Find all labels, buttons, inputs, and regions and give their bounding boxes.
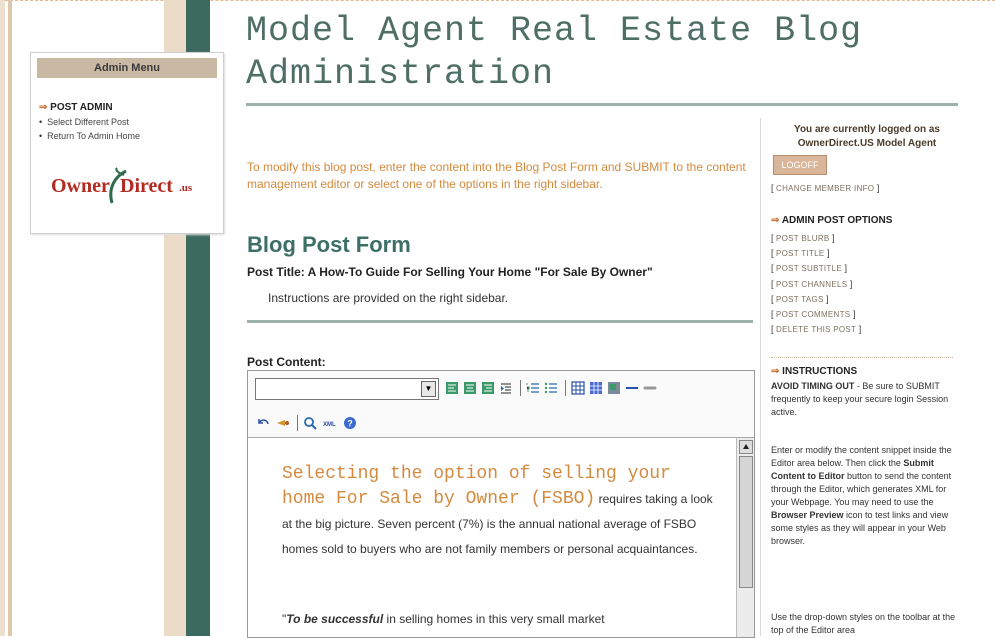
arrow-right-icon: ⇒ bbox=[39, 102, 48, 113]
post-title: Post Title: A How-To Guide For Selling Y… bbox=[247, 265, 653, 279]
editor-content-area[interactable]: Selecting the option of selling your hom… bbox=[248, 438, 734, 637]
form-instructions: Instructions are provided on the right s… bbox=[268, 291, 509, 305]
link-icon[interactable] bbox=[643, 381, 657, 395]
post-channels-link[interactable]: [ POST CHANNELS ] bbox=[771, 277, 861, 292]
editor-toolbar: ▼ XML ? bbox=[248, 371, 754, 438]
left-decor-bar bbox=[0, 0, 5, 636]
select-different-post-link[interactable]: Select Different Post bbox=[39, 115, 223, 129]
rich-text-editor[interactable]: ▼ XML ? Selecting the option of selling … bbox=[247, 370, 755, 638]
cut-icon[interactable] bbox=[276, 416, 290, 430]
change-member-info-link[interactable]: [ CHANGE MEMBER INFO ] bbox=[771, 183, 879, 193]
admin-post-options: [ POST BLURB ] [ POST TITLE ] [ POST SUB… bbox=[771, 231, 861, 337]
table-icon[interactable] bbox=[571, 381, 585, 395]
sidebar-divider bbox=[760, 118, 761, 636]
login-status: You are currently logged on as OwnerDire… bbox=[794, 124, 940, 149]
horizontal-rule-icon[interactable] bbox=[625, 381, 639, 395]
toolbar-separator bbox=[520, 380, 521, 396]
help-icon[interactable]: ? bbox=[343, 416, 357, 430]
admin-post-options-heading: ⇒ ADMIN POST OPTIONS bbox=[771, 215, 893, 226]
indent-icon[interactable] bbox=[499, 381, 513, 395]
left-decor-bar-inner bbox=[8, 0, 12, 636]
top-border bbox=[0, 0, 995, 1]
undo-icon[interactable] bbox=[256, 416, 270, 430]
ordered-list-icon[interactable] bbox=[526, 381, 540, 395]
post-title-link[interactable]: [ POST TITLE ] bbox=[771, 246, 861, 261]
post-subtitle-link[interactable]: [ POST SUBTITLE ] bbox=[771, 261, 861, 276]
toolbar-separator bbox=[565, 380, 566, 396]
form-divider bbox=[247, 320, 753, 323]
style-select[interactable]: ▼ bbox=[255, 378, 439, 400]
align-right-icon[interactable] bbox=[481, 381, 495, 395]
post-comments-link[interactable]: [ POST COMMENTS ] bbox=[771, 307, 861, 322]
post-tags-link[interactable]: [ POST TAGS ] bbox=[771, 292, 861, 307]
image-icon[interactable] bbox=[607, 381, 621, 395]
admin-links: Select Different Post Return To Admin Ho… bbox=[39, 115, 223, 143]
align-center-icon[interactable] bbox=[463, 381, 477, 395]
post-content-label: Post Content: bbox=[247, 355, 326, 369]
svg-text:?: ? bbox=[347, 419, 353, 429]
delete-post-link[interactable]: [ DELETE THIS POST ] bbox=[771, 322, 861, 337]
editor-scrollbar[interactable] bbox=[736, 438, 754, 637]
post-admin-section: ⇒ POST ADMIN bbox=[39, 102, 223, 113]
instructions-heading: ⇒ INSTRUCTIONS bbox=[771, 366, 858, 377]
post-blurb-link[interactable]: [ POST BLURB ] bbox=[771, 231, 861, 246]
svg-text:XML: XML bbox=[323, 422, 336, 428]
toolbar-separator bbox=[297, 415, 298, 431]
admin-menu-box: Admin Menu ⇒ POST ADMIN Select Different… bbox=[30, 52, 224, 234]
return-admin-home-link[interactable]: Return To Admin Home bbox=[39, 129, 223, 143]
sidebar-dotted-divider bbox=[771, 357, 953, 358]
instructions-timeout: AVOID TIMING OUT - Be sure to SUBMIT fre… bbox=[771, 381, 949, 417]
logoff-button[interactable]: LOGOFF bbox=[773, 155, 827, 175]
content-emphasis: To be successful bbox=[286, 612, 384, 626]
arrow-right-icon: ⇒ bbox=[771, 215, 780, 226]
unordered-list-icon[interactable] bbox=[544, 381, 558, 395]
admin-menu-heading: Admin Menu bbox=[37, 58, 217, 78]
scroll-thumb[interactable] bbox=[739, 456, 753, 588]
xml-icon[interactable]: XML bbox=[323, 416, 337, 430]
content-paragraph-2: "To be successful in selling homes in th… bbox=[282, 612, 605, 626]
ownerdirect-logo[interactable]: Owner Direct .us bbox=[51, 167, 211, 207]
align-left-icon[interactable] bbox=[445, 381, 459, 395]
arrow-right-icon: ⇒ bbox=[771, 366, 780, 377]
intro-text: To modify this blog post, enter the cont… bbox=[247, 160, 746, 191]
chevron-down-icon[interactable]: ▼ bbox=[421, 381, 436, 397]
post-admin-label: POST ADMIN bbox=[50, 102, 113, 113]
instructions-styles: Use the drop-down styles on the toolbar … bbox=[771, 612, 956, 635]
content-lead-paragraph: Selecting the option of selling your hom… bbox=[282, 462, 722, 562]
form-heading: Blog Post Form bbox=[247, 232, 411, 257]
scroll-up-button[interactable] bbox=[739, 440, 753, 454]
instructions-editor: Enter or modify the content snippet insi… bbox=[771, 445, 952, 546]
table-props-icon[interactable] bbox=[589, 381, 603, 395]
page-title: Model Agent Real Estate Blog Administrat… bbox=[246, 11, 863, 94]
title-divider bbox=[246, 103, 958, 106]
preview-icon[interactable] bbox=[303, 416, 317, 430]
